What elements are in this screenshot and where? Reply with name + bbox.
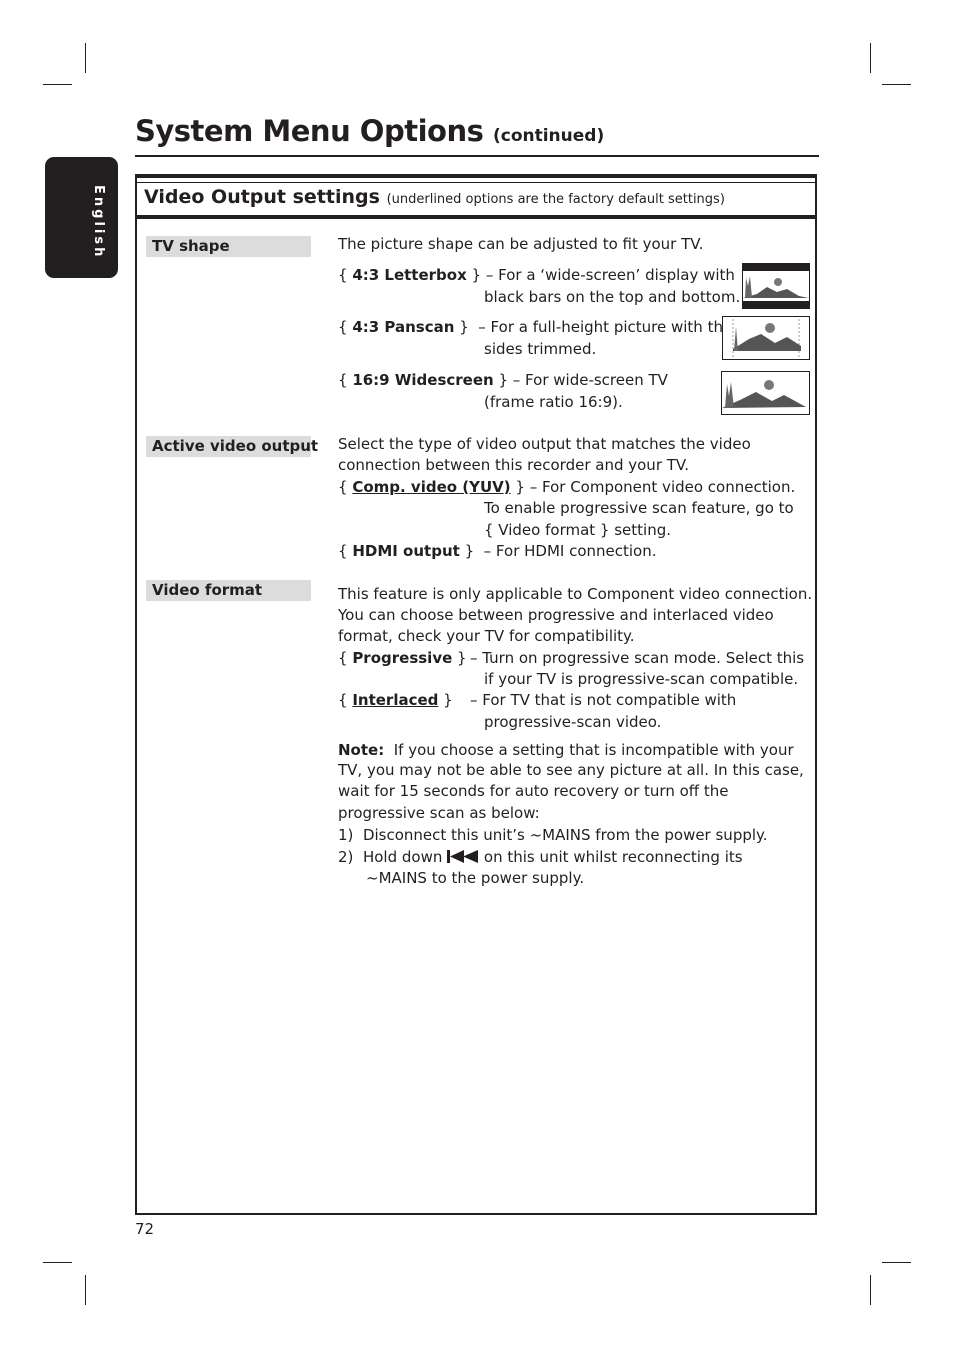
step-text: Disconnect this unit’s ~MAINS from the p… bbox=[362, 826, 768, 844]
step-number: 1) bbox=[338, 826, 354, 844]
tv-shape-intro: The picture shape can be adjusted to fit… bbox=[338, 235, 704, 253]
note-text: TV, you may not be able to see any pictu… bbox=[338, 761, 804, 779]
option-desc: – For HDMI connection. bbox=[483, 542, 657, 560]
step-number: 2) bbox=[338, 848, 354, 866]
crop-mark bbox=[43, 1262, 72, 1263]
note-text: If you choose a setting that is incompat… bbox=[393, 741, 794, 759]
page-title: System Menu Options (continued) bbox=[135, 114, 604, 148]
letterbox-picture-icon bbox=[742, 263, 810, 309]
previous-track-icon bbox=[447, 850, 479, 863]
page-number: 72 bbox=[135, 1220, 155, 1238]
note-text: wait for 15 seconds for auto recovery or… bbox=[338, 782, 729, 800]
option-desc: black bars on the top and bottom. bbox=[484, 288, 741, 306]
option-name-default: Comp. video (YUV) bbox=[352, 478, 511, 496]
note-text: progressive scan as below: bbox=[338, 804, 540, 822]
option-name: Progressive bbox=[352, 649, 453, 667]
crop-mark bbox=[870, 1275, 871, 1305]
video-format-intro: You can choose between progressive and i… bbox=[338, 606, 774, 624]
option-desc: progressive-scan video. bbox=[484, 713, 662, 731]
option-desc: – For a full-height picture with the bbox=[478, 318, 733, 336]
language-tab-label: English bbox=[91, 185, 106, 260]
video-format-intro: This feature is only applicable to Compo… bbox=[338, 585, 813, 603]
section-divider bbox=[137, 216, 815, 219]
section-header: Video Output settings (underlined option… bbox=[137, 182, 815, 216]
crop-mark bbox=[882, 84, 911, 85]
step-text: on this unit whilst reconnecting its bbox=[483, 848, 743, 866]
option-desc: – Turn on progressive scan mode. Select … bbox=[470, 649, 805, 667]
page-title-suffix: (continued) bbox=[492, 126, 605, 146]
step-text: ~MAINS to the power supply. bbox=[366, 869, 585, 887]
option-name: 4:3 Panscan bbox=[352, 318, 455, 336]
settings-frame: Video Output settings (underlined option… bbox=[135, 174, 817, 1215]
setting-label-tv-shape: TV shape bbox=[146, 236, 311, 257]
option-name-default: Interlaced bbox=[352, 691, 439, 709]
title-divider bbox=[135, 155, 819, 157]
option-desc: if your TV is progressive-scan compatibl… bbox=[484, 670, 799, 688]
crop-mark bbox=[85, 43, 86, 73]
active-video-output-intro: Select the type of video output that mat… bbox=[338, 435, 751, 453]
note-label: Note: bbox=[338, 741, 385, 759]
step-1: 1) Disconnect this unit’s ~MAINS from th… bbox=[338, 825, 768, 847]
page-title-text: System Menu Options bbox=[135, 114, 484, 148]
crop-mark bbox=[882, 1262, 911, 1263]
option-desc: – For TV that is not compatible with bbox=[470, 691, 737, 709]
option-desc: { Video format } setting. bbox=[484, 521, 672, 539]
step-text: Hold down bbox=[362, 848, 443, 866]
crop-mark bbox=[43, 84, 72, 85]
panscan-picture-icon bbox=[722, 316, 810, 360]
option-desc: To enable progressive scan feature, go t… bbox=[484, 499, 794, 517]
option-desc: – For wide-screen TV bbox=[512, 371, 668, 389]
option-name: HDMI output bbox=[352, 542, 460, 560]
video-format-intro: format, check your TV for compatibility. bbox=[338, 627, 635, 645]
active-video-output-intro: connection between this recorder and you… bbox=[338, 456, 690, 474]
option-desc: (frame ratio 16:9). bbox=[484, 393, 623, 411]
crop-mark bbox=[870, 43, 871, 73]
widescreen-picture-icon bbox=[721, 371, 810, 415]
option-desc: – For Component video connection. bbox=[529, 478, 796, 496]
option-name: 4:3 Letterbox bbox=[352, 266, 467, 284]
option-name: 16:9 Widescreen bbox=[352, 371, 494, 389]
crop-mark bbox=[85, 1275, 86, 1305]
section-heading-note: (underlined options are the factory defa… bbox=[386, 192, 725, 207]
setting-label-active-video-output: Active video output bbox=[146, 436, 318, 457]
option-desc: – For a ‘wide-screen’ display with bbox=[485, 266, 735, 284]
section-heading: Video Output settings bbox=[144, 186, 380, 208]
language-tab: English bbox=[45, 157, 118, 278]
step-2: 2) Hold down on this unit whilst reconne… bbox=[338, 847, 743, 869]
option-desc: sides trimmed. bbox=[484, 340, 597, 358]
setting-label-video-format: Video format bbox=[146, 580, 311, 601]
